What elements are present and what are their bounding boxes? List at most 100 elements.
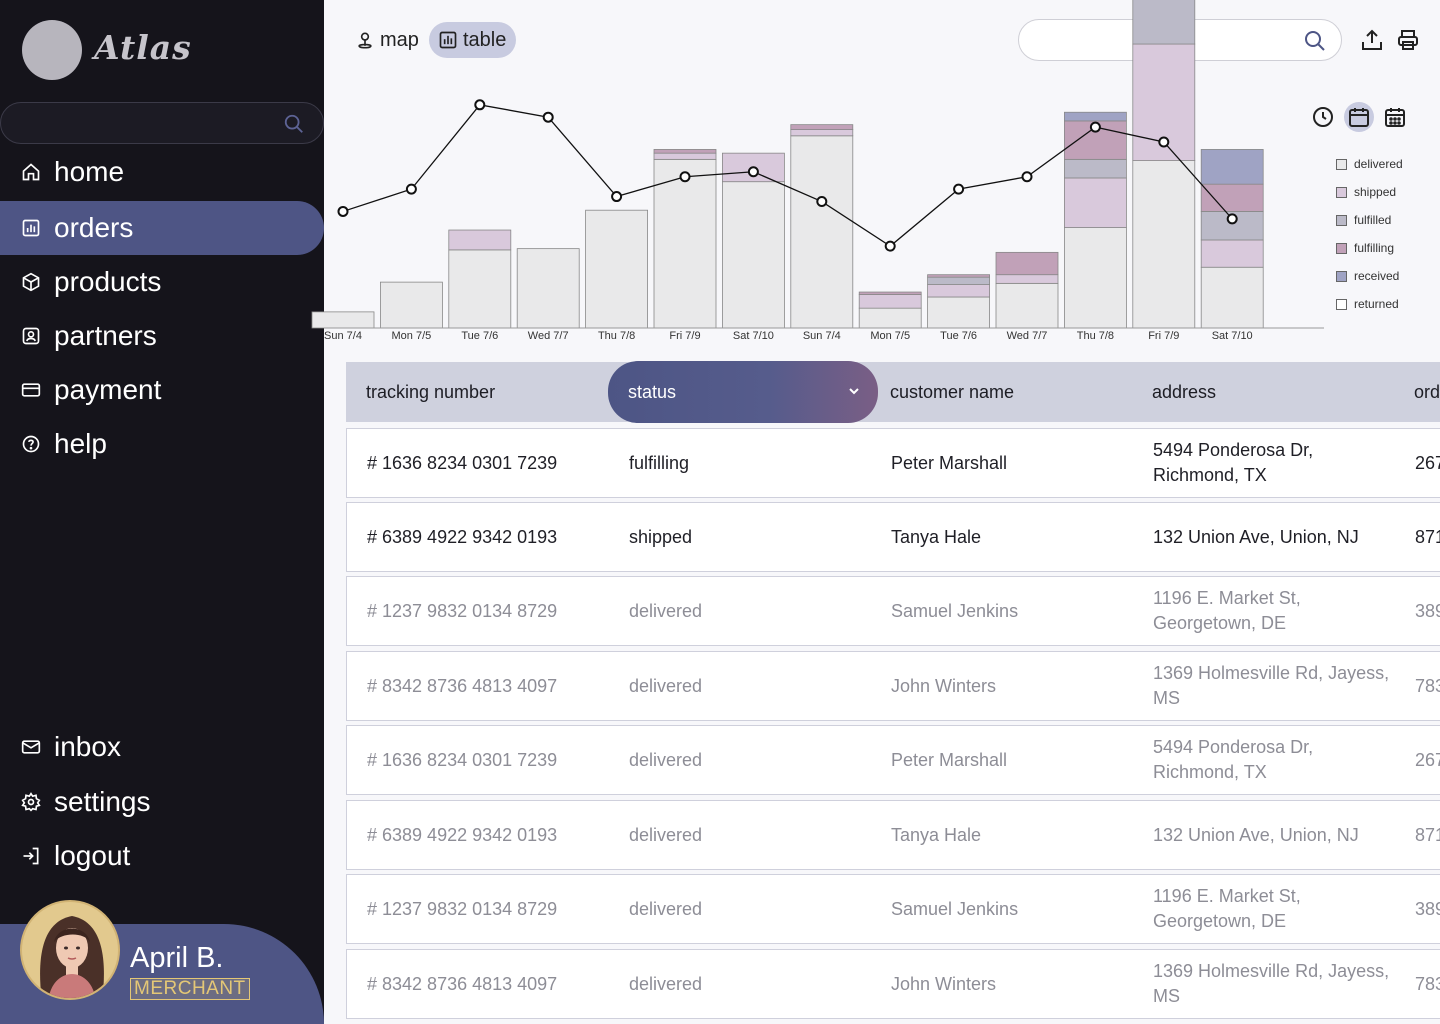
export-button[interactable] bbox=[1360, 28, 1384, 52]
profile-name: April B. bbox=[130, 942, 224, 974]
bar-segment-shipped[interactable] bbox=[790, 129, 854, 137]
sidebar-item-help[interactable]: help bbox=[0, 417, 324, 471]
trend-point[interactable] bbox=[1021, 171, 1033, 183]
trend-point[interactable] bbox=[816, 196, 828, 208]
legend-item[interactable]: fulfilled bbox=[1336, 206, 1403, 234]
bar-segment-delivered[interactable] bbox=[927, 296, 990, 329]
bar-segment-delivered[interactable] bbox=[448, 249, 512, 329]
bar-segment-shipped[interactable] bbox=[653, 152, 717, 160]
trend-point[interactable] bbox=[679, 171, 691, 183]
sidebar-item-payment[interactable]: payment bbox=[0, 363, 324, 417]
sidebar-item-settings[interactable]: settings bbox=[0, 775, 324, 829]
sidebar-item-logout[interactable]: logout bbox=[0, 829, 324, 883]
trend-point[interactable] bbox=[884, 240, 896, 252]
table-row[interactable]: # 1237 9832 0134 8729 delivered Samuel Jen… bbox=[346, 874, 1440, 944]
bar-segment-fulfilling[interactable] bbox=[995, 251, 1059, 276]
bar-segment-shipped[interactable] bbox=[1200, 239, 1264, 268]
bar-segment-shipped[interactable] bbox=[927, 284, 990, 298]
trend-point[interactable] bbox=[1089, 121, 1101, 133]
legend-item[interactable]: delivered bbox=[1336, 150, 1403, 178]
trend-point[interactable] bbox=[953, 183, 965, 195]
trend-point[interactable] bbox=[474, 99, 486, 111]
bar-segment-delivered[interactable] bbox=[311, 311, 375, 329]
search-icon[interactable] bbox=[1303, 29, 1327, 53]
bar-segment-shipped[interactable] bbox=[448, 229, 512, 251]
bar-segment-shipped[interactable] bbox=[858, 294, 922, 309]
trend-point[interactable] bbox=[747, 166, 759, 178]
x-tick-label: Mon 7/5 bbox=[392, 330, 432, 342]
time-range-month-button[interactable] bbox=[1380, 102, 1410, 132]
address-line-2: Georgetown, DE bbox=[1153, 613, 1287, 633]
legend-item[interactable]: returned bbox=[1336, 290, 1403, 318]
bar-segment-delivered[interactable] bbox=[995, 282, 1059, 329]
bar-segment-fulfilled[interactable] bbox=[1132, 0, 1196, 45]
table-row[interactable]: # 6389 4922 9342 0193 delivered Tanya Hale… bbox=[346, 800, 1440, 870]
table-row[interactable]: # 6389 4922 9342 0193 shipped Tanya Hale 13… bbox=[346, 502, 1440, 572]
bar-segment-delivered[interactable] bbox=[516, 248, 580, 329]
trend-point[interactable] bbox=[405, 183, 417, 195]
address-line-1: 5494 Ponderosa Dr, bbox=[1153, 737, 1314, 757]
bar-segment-fulfilled[interactable] bbox=[927, 276, 990, 286]
bar-segment-delivered[interactable] bbox=[380, 281, 443, 329]
trend-point[interactable] bbox=[542, 111, 554, 123]
bar-segment-delivered[interactable] bbox=[1200, 266, 1264, 329]
tab-table[interactable]: table bbox=[429, 22, 517, 58]
status-cell: fulfilling bbox=[629, 452, 690, 473]
bar-segment-delivered[interactable] bbox=[1132, 160, 1196, 329]
legend-item[interactable]: fulfilling bbox=[1336, 234, 1403, 262]
bar-segment-shipped[interactable] bbox=[1064, 177, 1127, 228]
partner-icon bbox=[20, 325, 42, 347]
bar-segment-fulfilling[interactable] bbox=[790, 124, 854, 130]
sidebar-item-label: products bbox=[54, 266, 162, 297]
column-header-order[interactable]: ord bbox=[1394, 362, 1440, 422]
bar-segment-fulfilling[interactable] bbox=[858, 291, 922, 295]
column-header-address[interactable]: address bbox=[1132, 362, 1394, 422]
sidebar-item-partners[interactable]: partners bbox=[0, 309, 324, 363]
legend-item[interactable]: shipped bbox=[1336, 178, 1403, 206]
order-cell: 783 bbox=[1415, 675, 1440, 696]
bar-segment-fulfilling[interactable] bbox=[653, 149, 717, 154]
bar-segment-delivered[interactable] bbox=[585, 209, 649, 329]
sidebar-item-home[interactable]: home bbox=[0, 145, 324, 199]
sidebar-item-inbox[interactable]: inbox bbox=[0, 720, 324, 774]
bar-segment-fulfilling[interactable] bbox=[1200, 183, 1264, 212]
tab-map[interactable]: map bbox=[346, 22, 429, 58]
bar-segment-delivered[interactable] bbox=[790, 135, 854, 329]
bar-segment-shipped[interactable] bbox=[995, 274, 1059, 284]
status-cell: delivered bbox=[629, 749, 703, 770]
bar-segment-delivered[interactable] bbox=[858, 307, 922, 329]
legend-label: returned bbox=[1354, 297, 1399, 311]
bar-segment-received[interactable] bbox=[1064, 111, 1127, 122]
bar-segment-received[interactable] bbox=[1200, 149, 1264, 185]
bar-segment-delivered[interactable] bbox=[1064, 227, 1127, 329]
avatar[interactable] bbox=[20, 900, 120, 1000]
column-header-customer[interactable]: customer name bbox=[870, 362, 1132, 422]
table-row[interactable]: # 8342 8736 4813 4097 delivered John Winte… bbox=[346, 651, 1440, 721]
column-header-label: status bbox=[628, 381, 677, 402]
legend-item[interactable]: received bbox=[1336, 262, 1403, 290]
time-range-clock-button[interactable] bbox=[1308, 102, 1338, 132]
bar-segment-fulfilled[interactable] bbox=[1064, 158, 1127, 179]
bar-segment-delivered[interactable] bbox=[721, 181, 785, 329]
sidebar-search-input[interactable] bbox=[0, 102, 324, 144]
column-header-status[interactable]: status bbox=[608, 361, 878, 423]
table-row[interactable]: # 8342 8736 4813 4097 delivered John Winte… bbox=[346, 949, 1440, 1019]
print-button[interactable] bbox=[1396, 28, 1420, 52]
sidebar-item-label: inbox bbox=[54, 731, 121, 762]
trend-point[interactable] bbox=[611, 191, 623, 203]
table-row[interactable]: # 1237 9832 0134 8729 delivered Samuel Jen… bbox=[346, 576, 1440, 646]
time-range-calendar-button[interactable] bbox=[1344, 102, 1374, 132]
chevron-down-icon[interactable] bbox=[846, 383, 862, 399]
sidebar-item-products[interactable]: products bbox=[0, 255, 324, 309]
bar-segment-fulfilling[interactable] bbox=[927, 274, 990, 278]
x-tick-label: Fri 7/9 bbox=[1148, 330, 1179, 342]
table-row[interactable]: # 1636 8234 0301 7239 fulfilling Peter Mar… bbox=[346, 428, 1440, 498]
sidebar-item-orders[interactable]: orders bbox=[0, 201, 324, 255]
table-row[interactable]: # 1636 8234 0301 7239 delivered Peter Mars… bbox=[346, 725, 1440, 795]
bar-segment-delivered[interactable] bbox=[653, 158, 717, 329]
address-cell: 1196 E. Market St, Georgetown, DE bbox=[1153, 577, 1403, 645]
trend-point[interactable] bbox=[337, 205, 349, 217]
trend-point[interactable] bbox=[1158, 136, 1170, 148]
column-header-tracking[interactable]: tracking number bbox=[346, 362, 608, 422]
trend-point[interactable] bbox=[1226, 213, 1238, 225]
